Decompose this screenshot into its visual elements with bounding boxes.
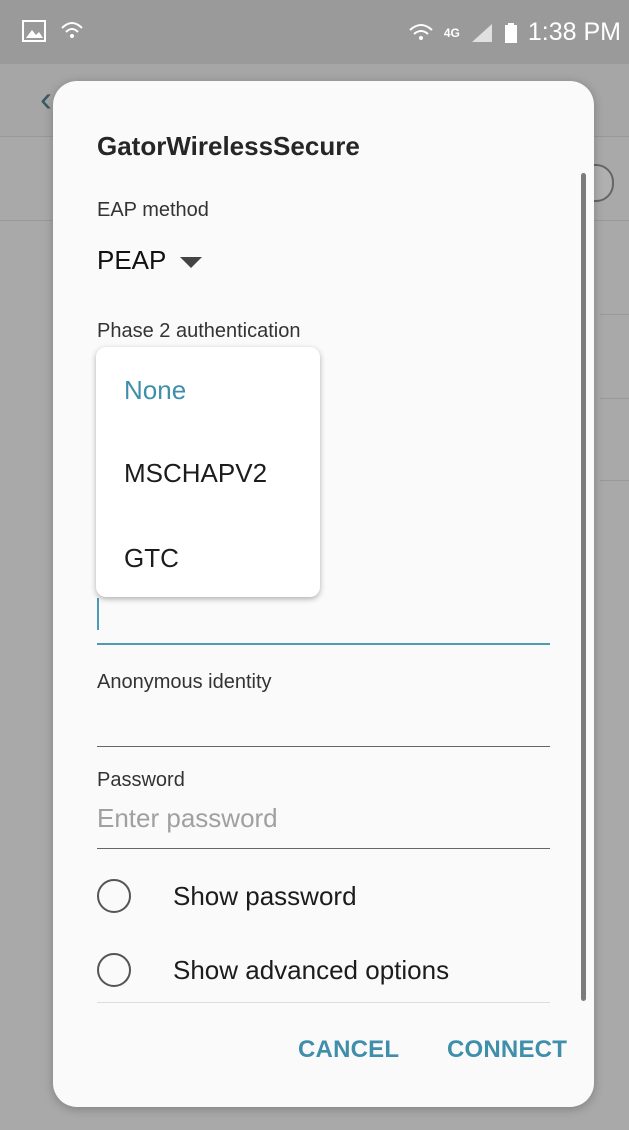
battery-icon <box>504 22 517 43</box>
status-right-icons: 4G 1:38 PM <box>408 18 621 47</box>
caret-down-icon <box>180 257 203 268</box>
wifi-calling-icon <box>409 23 433 40</box>
status-bar: 4G 1:38 PM <box>0 0 629 64</box>
wifi-connect-dialog: GatorWirelessSecure EAP method PEAP Phas… <box>53 81 594 1107</box>
wifi-icon <box>61 22 83 38</box>
phase2-label: Phase 2 authentication <box>97 320 301 342</box>
eap-method-value: PEAP <box>97 245 167 275</box>
radio-unchecked-icon[interactable] <box>97 953 131 987</box>
status-left-icons <box>22 20 84 42</box>
background-divider <box>600 398 629 399</box>
dropdown-item-mschapv2[interactable]: MSCHAPV2 <box>124 458 267 489</box>
anonymous-identity-field[interactable] <box>97 746 550 747</box>
eap-method-select[interactable]: PEAP <box>97 245 203 276</box>
show-password-label: Show password <box>173 880 357 911</box>
status-time: 1:38 PM <box>527 18 621 46</box>
signal-icon <box>471 23 492 42</box>
dropdown-item-gtc[interactable]: GTC <box>124 543 179 574</box>
gallery-icon <box>22 20 46 42</box>
network-type-badge: 4G <box>443 25 460 40</box>
cancel-button[interactable]: CANCEL <box>298 1036 399 1064</box>
radio-unchecked-icon[interactable] <box>97 879 131 913</box>
eap-method-label: EAP method <box>97 199 209 221</box>
background-divider <box>600 314 629 315</box>
text-cursor <box>97 598 99 630</box>
show-advanced-options-option[interactable]: Show advanced options <box>97 940 550 1000</box>
phase2-dropdown-menu: None MSCHAPV2 GTC <box>96 347 320 597</box>
back-arrow-icon: ‹ <box>40 78 52 119</box>
identity-field-underline[interactable] <box>97 643 550 645</box>
dialog-title: GatorWirelessSecure <box>97 131 360 161</box>
password-field-underline <box>97 848 550 849</box>
dropdown-item-none[interactable]: None <box>124 375 186 406</box>
connect-button[interactable]: CONNECT <box>447 1036 567 1064</box>
scrollbar[interactable] <box>581 173 586 1001</box>
password-label: Password <box>97 769 185 791</box>
password-input[interactable]: Enter password <box>97 803 278 834</box>
show-password-option[interactable]: Show password <box>97 866 550 926</box>
show-advanced-options-label: Show advanced options <box>173 954 450 985</box>
background-divider <box>600 480 629 481</box>
divider <box>97 1002 550 1003</box>
anonymous-identity-label: Anonymous identity <box>97 671 272 693</box>
